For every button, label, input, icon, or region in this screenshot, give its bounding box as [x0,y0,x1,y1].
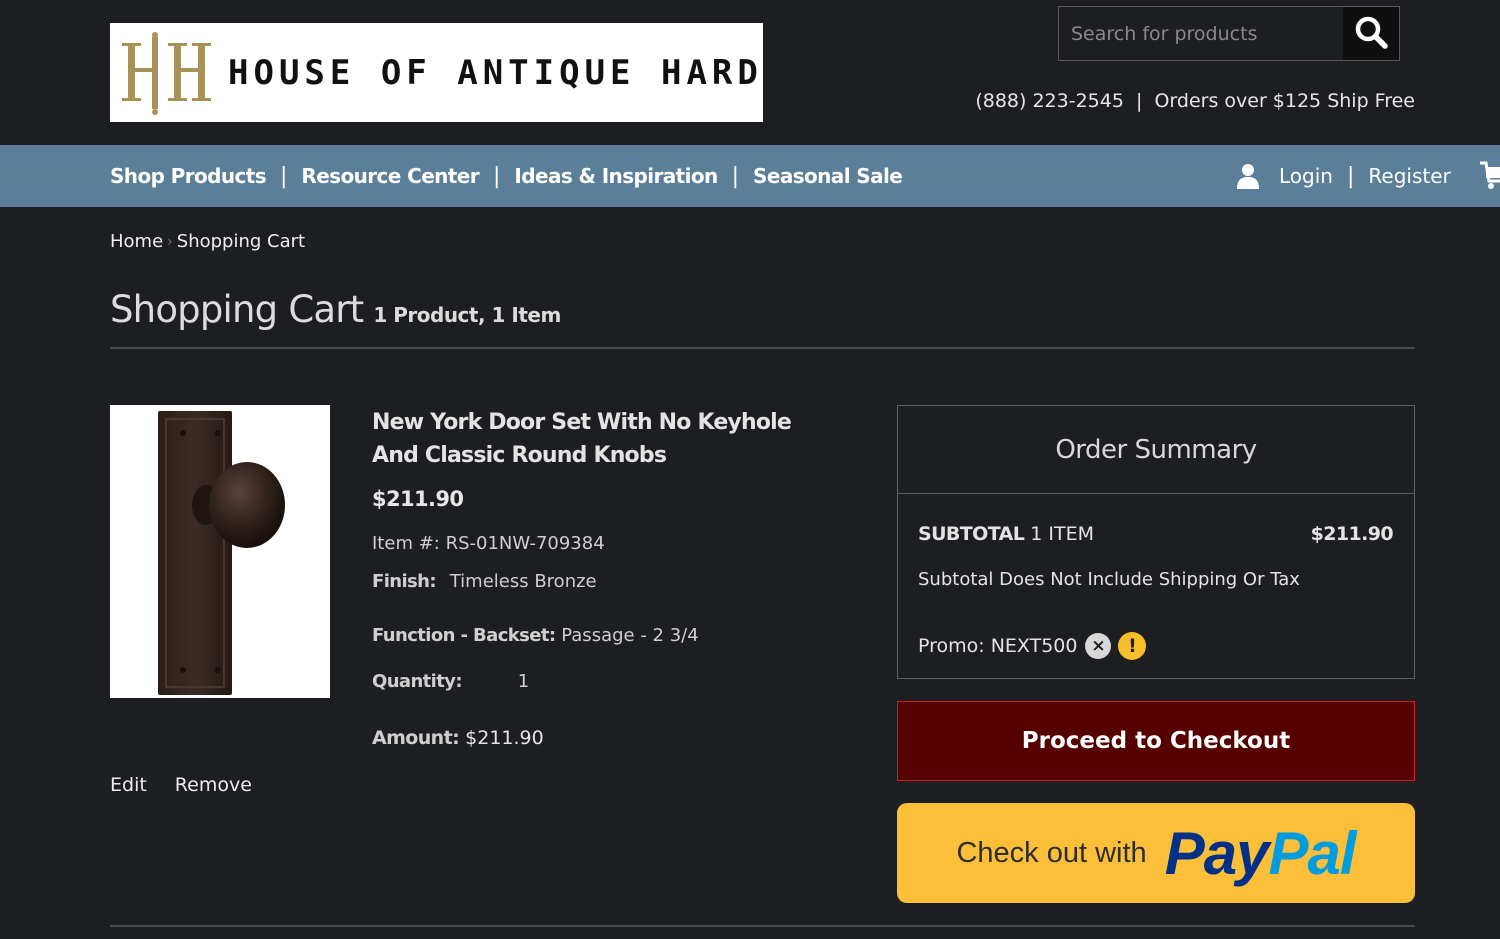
cart-icon[interactable] [1480,159,1500,197]
breadcrumb-home[interactable]: Home [110,231,163,252]
item-number-label: Item #: [372,533,440,554]
paypal-logo: PayPal [1164,819,1357,887]
product-name[interactable]: New York Door Set With No Keyhole And Cl… [372,406,822,472]
logo-text: HOUSE OF ANTIQUE HARDWARE [228,52,763,93]
search-input[interactable] [1059,7,1343,60]
subtotal-value: $211.90 [1310,523,1394,545]
search-button[interactable] [1343,7,1399,60]
promo-label: Promo: [918,635,985,657]
nav-resource-center[interactable]: Resource Center [301,164,479,188]
hh-monogram-icon [110,23,220,122]
account-links: Login | Register [1236,163,1451,189]
item-number-row: Item #: RS-01NW-709384 [372,533,605,554]
promo-row: Promo: NEXT500 × ! [918,632,1393,660]
item-number-value: RS-01NW-709384 [445,533,605,554]
nav-seasonal-sale[interactable]: Seasonal Sale [753,164,903,188]
amount-row: Amount: $211.90 [372,727,544,749]
breadcrumb-current: Shopping Cart [176,231,306,252]
nav-links: Shop Products | Resource Center | Ideas … [110,163,903,189]
order-summary-title: Order Summary [898,406,1414,494]
order-summary: Order Summary SUBTOTAL 1 ITEM $211.90 Su… [897,405,1415,679]
function-value: Passage - 2 3/4 [561,625,699,646]
proceed-to-checkout-button[interactable]: Proceed to Checkout [897,701,1415,781]
nav-separator: | [1346,163,1355,189]
search-bar [1058,6,1400,61]
subtotal-note: Subtotal Does Not Include Shipping Or Ta… [918,569,1300,590]
warning-icon[interactable]: ! [1118,632,1147,660]
nav-shop-products[interactable]: Shop Products [110,164,267,188]
function-label: Function - Backset: [372,625,556,646]
contact-info: (888) 223-2545 | Orders over $125 Ship F… [975,90,1415,112]
quantity-value: 1 [517,671,530,692]
finish-label: Finish: [372,571,437,592]
title-divider [110,347,1415,349]
subtotal-items: 1 ITEM [1030,523,1095,545]
breadcrumb-separator: › [167,233,173,250]
login-link[interactable]: Login [1279,164,1333,188]
paypal-prefix: Check out with [956,836,1147,869]
promo-code: NEXT500 [990,635,1078,657]
nav-separator: | [731,163,740,189]
subtotal-row: SUBTOTAL 1 ITEM $211.90 [918,523,1394,545]
quantity-label: Quantity: [372,671,463,692]
product-price: $211.90 [372,487,464,511]
function-row: Function - Backset: Passage - 2 3/4 [372,625,699,646]
breadcrumb: Home › Shopping Cart [110,231,305,252]
search-icon [1354,15,1388,52]
edit-link[interactable]: Edit [110,774,147,796]
nav-separator: | [280,163,288,189]
remove-link[interactable]: Remove [175,774,252,796]
contact-separator: | [1136,90,1143,112]
quantity-row: Quantity: 1 [372,671,529,692]
page-title-text: Shopping Cart [110,288,364,331]
footer-divider [110,925,1415,927]
cart-count: 1 Product, 1 Item [373,303,561,327]
finish-row: Finish: Timeless Bronze [372,571,597,592]
paypal-checkout-button[interactable]: Check out with PayPal [897,803,1415,903]
nav-separator: | [493,163,501,189]
site-logo[interactable]: HOUSE OF ANTIQUE HARDWARE [110,23,763,122]
user-icon [1236,163,1260,189]
nav-ideas-inspiration[interactable]: Ideas & Inspiration [514,164,718,188]
phone-number[interactable]: (888) 223-2545 [975,90,1124,112]
amount-value: $211.90 [465,727,544,749]
subtotal-label: SUBTOTAL [918,523,1025,545]
main-nav: Shop Products | Resource Center | Ideas … [0,145,1500,207]
product-image[interactable] [110,405,330,698]
register-link[interactable]: Register [1368,164,1450,188]
remove-promo-icon[interactable]: × [1085,633,1112,659]
shipping-promo: Orders over $125 Ship Free [1154,90,1415,112]
finish-value: Timeless Bronze [449,571,597,592]
amount-label: Amount: [372,727,460,749]
page-title: Shopping Cart 1 Product, 1 Item [110,288,561,331]
site-header: HOUSE OF ANTIQUE HARDWARE (888) 223-2545… [0,0,1500,145]
product-actions: Edit Remove [110,774,280,796]
